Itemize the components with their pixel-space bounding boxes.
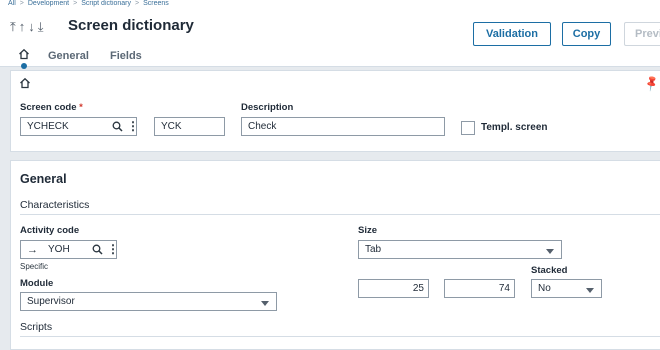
arrow-right-icon[interactable]: → [27,244,38,256]
subsection-title: Characteristics [20,199,90,211]
stacked-label: Stacked [531,265,568,276]
divider [20,214,660,215]
chevron-right-icon: > [19,0,24,7]
copy-button[interactable]: Copy [562,22,611,46]
screen-abbreviation-field[interactable]: YCK [154,117,225,136]
size-height-value: 74 [498,283,510,294]
stacked-select[interactable]: No [531,279,602,298]
preview-button[interactable]: Previ [624,22,660,46]
description-value: Check [248,121,277,132]
size-width-field[interactable]: 25 [358,279,429,298]
dropdown-arrow-icon [546,249,554,254]
required-marker: * [79,102,83,113]
subsection-title: Scripts [20,321,53,333]
breadcrumb-item[interactable]: Script dictionary [81,0,131,7]
active-tab-indicator [21,63,27,69]
search-icon[interactable] [112,121,123,132]
dropdown-arrow-icon [261,301,269,306]
breadcrumb-item[interactable]: All [8,0,16,7]
home-icon [19,76,31,94]
size-value: Tab [365,244,382,255]
screen-code-label-text: Screen code [20,102,77,113]
header-block [10,70,660,152]
description-label: Description [241,102,294,113]
activity-code-value: YOH [48,244,70,255]
home-icon [19,48,29,60]
validation-button[interactable]: Validation [473,22,551,46]
activity-code-label: Activity code [20,225,80,236]
section-title: General [20,172,67,186]
tab-home[interactable] [18,48,30,63]
screen-code-field[interactable]: YCHECK ⋮ [20,117,139,136]
divider [20,336,660,337]
screen-code-value: YCHECK [27,121,69,132]
screen-abbreviation-value: YCK [161,121,182,132]
breadcrumb-item[interactable]: Screens [143,0,169,7]
stacked-value: No [538,283,551,294]
search-icon[interactable] [92,244,103,255]
templ-screen-checkbox[interactable] [461,121,475,135]
breadcrumb: All > Development > Script dictionary > Screen… [8,0,169,7]
module-select[interactable]: Supervisor [20,292,277,311]
dropdown-arrow-icon [586,288,594,293]
module-value: Supervisor [27,296,75,307]
screen-code-label: Screen code * [20,102,83,113]
more-options-icon[interactable]: ⋮ [107,242,119,256]
chevron-right-icon: > [135,0,140,7]
chevron-right-icon: > [73,0,78,7]
templ-screen-label: Templ. screen [481,122,548,133]
tab-fields[interactable]: Fields [110,50,142,62]
previous-record-icon[interactable]: ↑ [19,19,29,34]
activity-code-hint: Specific [20,262,49,271]
page-title: Screen dictionary [68,17,194,34]
size-height-field[interactable]: 74 [444,279,515,298]
tab-general[interactable]: General [48,50,89,62]
size-width-value: 25 [412,283,424,294]
description-field[interactable]: Check [241,117,445,136]
more-options-icon[interactable]: ⋮ [127,119,139,133]
breadcrumb-item[interactable]: Development [28,0,69,7]
module-label: Module [20,278,54,289]
last-record-icon[interactable]: ⤓ [38,19,47,34]
size-select[interactable]: Tab [358,240,562,259]
size-label: Size [358,225,378,236]
record-navigation: ⤒↑↓⤓ [10,19,47,35]
first-record-icon[interactable]: ⤒ [10,19,19,34]
next-record-icon[interactable]: ↓ [28,19,38,34]
activity-code-field[interactable]: → YOH ⋮ [20,240,119,259]
